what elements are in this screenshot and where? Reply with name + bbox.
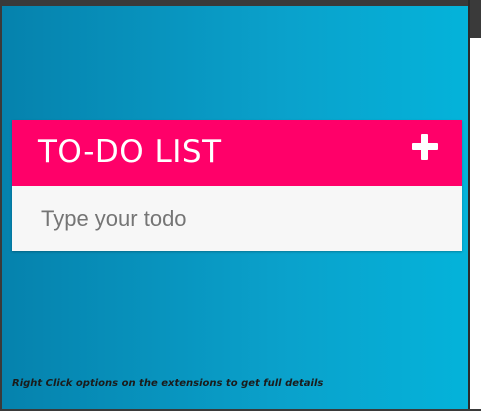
todo-input[interactable] (12, 186, 462, 251)
plus-icon-stem (421, 134, 428, 160)
todo-card: TO-DO LIST (12, 120, 462, 251)
todo-extension-popup: TO-DO LIST Right Click options on the ex… (0, 0, 481, 411)
todo-header: TO-DO LIST (12, 120, 462, 186)
footer-note: Right Click options on the extensions to… (12, 378, 324, 389)
page-title: TO-DO LIST (38, 134, 222, 170)
right-border (468, 0, 470, 411)
window-left-edge (0, 0, 2, 411)
window-right-edge (468, 0, 481, 411)
add-todo-button[interactable] (412, 134, 438, 160)
right-top-notch (470, 0, 481, 38)
window-top-edge (0, 0, 481, 6)
